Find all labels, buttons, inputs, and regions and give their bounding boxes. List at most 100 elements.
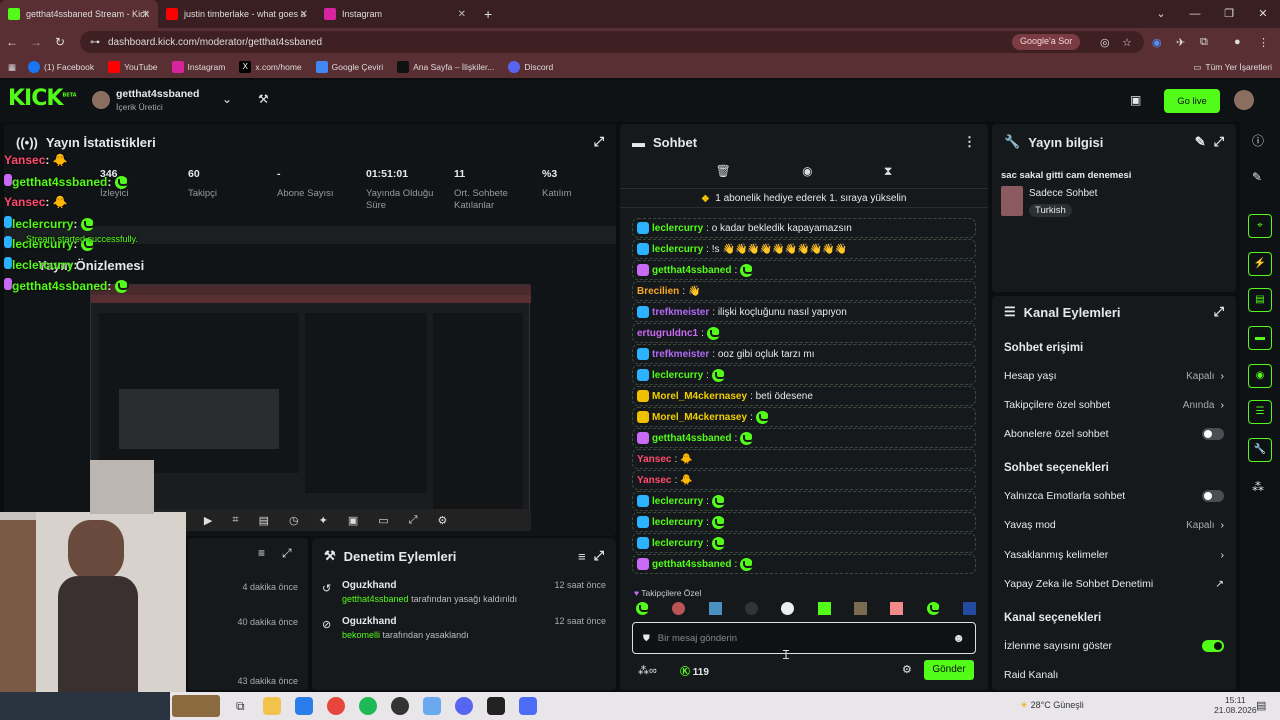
settings-icon[interactable]: ⚙ <box>437 514 447 527</box>
chat-username[interactable]: Morel_M4ckernasey <box>652 412 747 423</box>
chat-message[interactable]: getthat4ssbaned: <box>632 428 976 448</box>
chat-username[interactable]: getthat4ssbaned <box>652 559 731 570</box>
timer-icon[interactable]: ◷ <box>289 514 299 527</box>
discord-icon[interactable] <box>454 697 473 715</box>
chat-message[interactable]: ertugruldnc1: <box>632 323 976 343</box>
apps-icon[interactable]: ▦ <box>8 62 16 73</box>
chat-input[interactable]: ⛊ Bir mesaj gönderin ☻ <box>632 622 976 654</box>
back-icon[interactable]: ← <box>0 35 24 49</box>
edit-icon[interactable]: ✎ <box>1195 134 1206 150</box>
stream-preview[interactable]: ✕ ▶ ⌗ ▤ ◷ ✦ ▣ ▭ ⤢ ⚙ <box>90 284 531 531</box>
document-icon[interactable]: ▤ <box>1248 288 1272 312</box>
emote-icon[interactable] <box>744 602 758 615</box>
chat-icon[interactable]: ◉ <box>802 164 812 179</box>
chrome-icon[interactable] <box>326 697 345 715</box>
info-icon[interactable]: ⓘ <box>1252 132 1264 149</box>
filter-icon[interactable]: ≡ <box>258 546 265 560</box>
emote-icon[interactable] <box>636 602 650 615</box>
chat-username[interactable]: trefkmeister <box>652 307 709 318</box>
lightning-icon[interactable]: ⚡ <box>1248 252 1272 276</box>
chat-message[interactable]: leclercurry: !s 👋👋👋👋👋👋👋👋👋👋 <box>632 239 976 259</box>
app-icon[interactable] <box>486 697 505 715</box>
wrench-icon[interactable]: 🔧 <box>1248 438 1272 462</box>
popout-icon[interactable]: ⤢ <box>282 546 292 561</box>
emote-icon[interactable] <box>781 602 795 615</box>
chat-message[interactable]: getthat4ssbaned: <box>632 554 976 574</box>
spotify-icon[interactable] <box>358 697 377 715</box>
popout-icon[interactable]: ⤢ <box>594 134 604 150</box>
extension-icon[interactable]: ◉ <box>1152 36 1162 49</box>
go-live-button[interactable]: Go live <box>1164 89 1220 113</box>
url-field[interactable]: ⊶ dashboard.kick.com/moderator/getthat4s… <box>80 31 1144 53</box>
user-avatar[interactable] <box>1234 90 1254 110</box>
chevron-down-icon[interactable]: ⌄ <box>222 92 232 106</box>
app-icon[interactable] <box>422 697 441 715</box>
close-window-icon[interactable]: ✕ <box>1246 0 1280 28</box>
pencil-icon[interactable]: ✎ <box>1252 170 1262 184</box>
chat-message[interactable]: leclercurry: <box>632 365 976 385</box>
followers-chat-row[interactable]: Takipçilere özel sohbet Anında › <box>1004 399 1224 411</box>
kick-logo[interactable]: KICKBETA <box>8 86 77 111</box>
emote-icon[interactable] <box>708 602 722 615</box>
target-icon[interactable]: ⌖ <box>1248 214 1272 238</box>
mod-target[interactable]: bekomelli <box>342 630 380 640</box>
chat-message[interactable]: leclercurry: o kadar bekledik kapayamazs… <box>632 218 976 238</box>
popout-icon[interactable]: ⤢ <box>594 548 604 564</box>
server-icon[interactable]: ☰ <box>1248 400 1272 424</box>
filter-icon[interactable]: ≡ <box>578 549 586 564</box>
subs-chat-toggle[interactable] <box>1202 428 1224 440</box>
chat-username[interactable]: leclercurry <box>652 370 703 381</box>
chat-username[interactable]: getthat4ssbaned <box>652 265 731 276</box>
close-icon[interactable]: ✕ <box>300 9 308 20</box>
chat-message[interactable]: trefkmeister: ilişki koçluğunu nasıl yap… <box>632 302 976 322</box>
emote-icon[interactable] <box>817 602 831 615</box>
screen-icon[interactable]: ▭ <box>378 514 388 527</box>
restore-icon[interactable]: ❐ <box>1212 0 1246 28</box>
hammer-icon[interactable]: ⚒ <box>258 92 269 106</box>
notification-icon[interactable]: ▤ <box>1256 699 1266 712</box>
chat-username[interactable]: leclercurry <box>652 538 703 549</box>
tab-instagram[interactable]: Instagram ✕ <box>316 0 474 28</box>
emoji-icon[interactable]: ☻ <box>952 631 965 645</box>
chat-username[interactable]: Morel_M4ckernasey <box>652 391 747 402</box>
site-info-icon[interactable]: ⊶ <box>90 37 100 48</box>
emote-icon[interactable] <box>926 602 941 615</box>
chat-username[interactable]: Yansec <box>637 454 671 465</box>
bookmark-youtube[interactable]: YouTube <box>108 61 158 73</box>
avatar[interactable] <box>92 91 110 109</box>
apps-icon[interactable]: ⁂ <box>1252 480 1264 494</box>
fullscreen-icon[interactable]: ⤢ <box>409 514 418 527</box>
hourglass-icon[interactable]: ⧗ <box>884 164 892 179</box>
send-button[interactable]: Gönder <box>924 660 974 680</box>
close-icon[interactable]: ✕ <box>142 9 150 20</box>
mod-target[interactable]: getthat4ssbaned <box>342 594 409 604</box>
app-icon[interactable] <box>294 697 313 715</box>
chat-message[interactable]: leclercurry: <box>632 533 976 553</box>
chat-message[interactable]: Morel_M4ckernasey: <box>632 407 976 427</box>
chat-message[interactable]: Yansec: 🐥 <box>632 470 976 490</box>
slow-mode-row[interactable]: Yavaş mod Kapalı › <box>1004 519 1224 531</box>
chat-message[interactable]: Morel_M4ckernasey: beti ödesene <box>632 386 976 406</box>
emote-only-toggle[interactable] <box>1202 490 1224 502</box>
image-icon[interactable]: ▤ <box>259 514 269 527</box>
chat-username[interactable]: leclercurry <box>652 517 703 528</box>
clock[interactable]: 15:11 21.08.2026 <box>1214 695 1257 715</box>
extension-icon[interactable]: ✈ <box>1176 36 1185 49</box>
obs-icon[interactable] <box>390 697 409 715</box>
chat-username[interactable]: Brecilien <box>637 286 679 297</box>
chat-icon[interactable]: ▬ <box>1248 326 1272 350</box>
close-icon[interactable]: ✕ <box>458 9 466 20</box>
raid-row[interactable]: Raid Kanalı <box>1004 669 1224 681</box>
sparkle-icon[interactable]: ✦ <box>319 514 328 527</box>
bookmark-translate[interactable]: Google Çeviri <box>315 61 383 73</box>
banned-words-row[interactable]: Yasaklanmış kelimeler › <box>1004 549 1224 561</box>
trash-icon[interactable]: 🗑 <box>716 164 731 179</box>
chat-username[interactable]: Yansec <box>637 475 671 486</box>
crop-icon[interactable]: ⌗ <box>232 514 238 527</box>
settings-icon[interactable]: ⚙ <box>902 663 912 676</box>
chat-username[interactable]: leclercurry <box>652 244 703 255</box>
task-view-icon[interactable]: ⧉ <box>236 699 245 714</box>
all-bookmarks[interactable]: ▭ Tüm Yer İşaretleri <box>1193 62 1272 73</box>
chat-message[interactable]: trefkmeister: ooz gibi oçluk tarzı mı <box>632 344 976 364</box>
bookmark-discord[interactable]: Discord <box>508 61 553 73</box>
